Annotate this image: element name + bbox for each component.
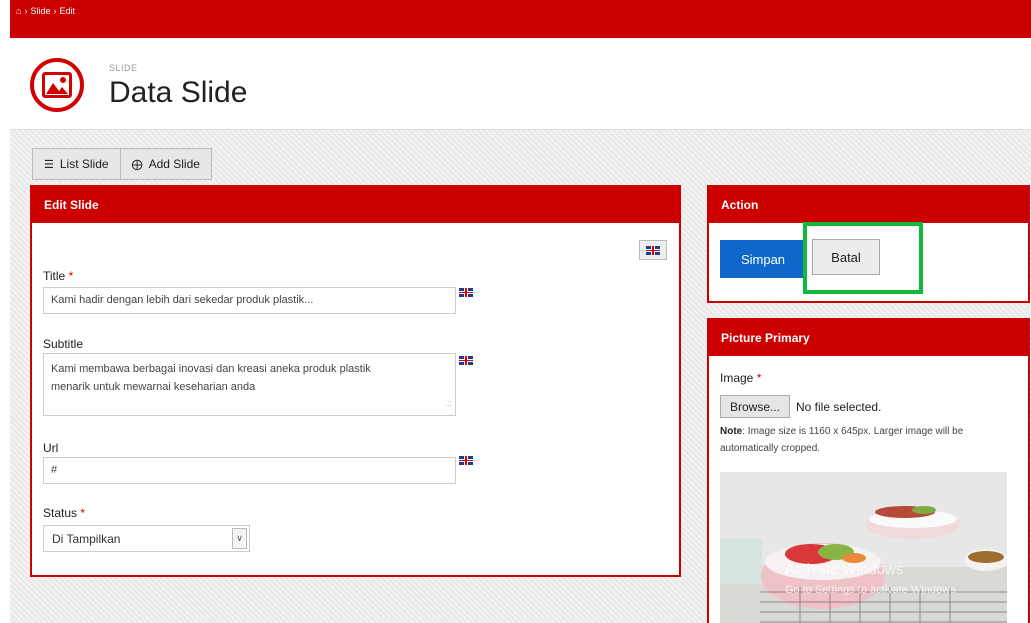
image-icon: [30, 58, 84, 112]
subtitle-line-1: Kami membawa berbagai inovasi dan kreasi…: [51, 363, 371, 375]
chevron-right-icon: ›: [24, 6, 28, 16]
breadcrumb: ⌂ › Slide › Edit: [10, 0, 1031, 38]
image-note: Note: Image size is 1160 x 645px. Larger…: [720, 423, 1010, 457]
highlight-box: [803, 222, 923, 294]
save-button[interactable]: Simpan: [720, 240, 806, 278]
chevron-right-icon: ›: [53, 6, 57, 16]
slide-image-preview: [720, 472, 1007, 623]
uk-flag-icon: [646, 245, 660, 255]
required-marker: *: [80, 506, 86, 520]
food-photo: [720, 472, 1007, 623]
plus-circle-icon: ⨁: [131, 158, 143, 171]
watermark-title: Activate Windows: [785, 561, 904, 578]
page-frame: ⌂ › Slide › Edit SLIDE Data Slide ☰ List…: [10, 0, 1031, 623]
status-selected-value: Di Tampilkan: [52, 532, 121, 546]
list-slide-label: List Slide: [59, 157, 109, 171]
title-label-text: Title: [43, 269, 66, 283]
breadcrumb-item-slide[interactable]: Slide: [30, 6, 50, 16]
action-panel: Action Simpan Batal: [707, 185, 1030, 303]
resize-grip-icon[interactable]: .::: [445, 395, 452, 413]
file-status: No file selected.: [796, 400, 882, 414]
image-label: Image *: [720, 371, 761, 385]
add-slide-button[interactable]: ⨁ Add Slide: [120, 148, 212, 180]
activate-windows-watermark: Activate Windows Go to Settings to activ…: [785, 560, 959, 600]
list-icon: ☰: [44, 158, 54, 171]
title-label: Title *: [43, 269, 73, 283]
action-heading: Action: [709, 187, 1028, 223]
language-toggle-button[interactable]: [639, 240, 667, 260]
uk-flag-icon: [459, 356, 473, 365]
add-slide-label: Add Slide: [148, 157, 200, 171]
required-marker: *: [756, 371, 762, 385]
status-select[interactable]: Di Tampilkan ∨: [43, 525, 250, 552]
note-text: : Image size is 1160 x 645px. Larger ima…: [720, 426, 964, 454]
title-input[interactable]: Kami hadir dengan lebih dari sekedar pro…: [43, 287, 456, 314]
section-label: SLIDE: [109, 63, 138, 73]
uk-flag-icon: [459, 456, 473, 465]
breadcrumb-item-edit: Edit: [59, 6, 75, 16]
picture-primary-heading: Picture Primary: [709, 320, 1028, 356]
image-label-text: Image: [720, 371, 754, 385]
page-header: SLIDE Data Slide: [10, 38, 1031, 130]
required-marker: *: [68, 269, 74, 283]
tab-bar: ☰ List Slide ⨁ Add Slide: [32, 148, 212, 180]
subtitle-line-2: menarik untuk mewarnai keseharian anda: [51, 381, 256, 393]
watermark-subtitle: Go to Settings to activate Windows.: [785, 584, 959, 596]
browse-button[interactable]: Browse...: [720, 395, 790, 418]
status-label-text: Status: [43, 506, 78, 520]
page-title: Data Slide: [109, 76, 248, 109]
url-label: Url: [43, 441, 59, 455]
subtitle-textarea[interactable]: Kami membawa berbagai inovasi dan kreasi…: [43, 353, 456, 416]
picture-glyph: [42, 72, 72, 98]
url-input[interactable]: #: [43, 457, 456, 484]
subtitle-label: Subtitle: [43, 337, 84, 351]
list-slide-button[interactable]: ☰ List Slide: [32, 148, 121, 180]
edit-slide-panel: Edit Slide Title * Kami hadir dengan leb…: [30, 185, 681, 577]
chevron-down-icon[interactable]: ∨: [232, 528, 247, 549]
edit-slide-heading: Edit Slide: [32, 187, 679, 223]
uk-flag-icon: [459, 288, 473, 297]
home-icon[interactable]: ⌂: [16, 6, 21, 16]
status-label: Status *: [43, 506, 85, 520]
note-label: Note: [720, 426, 743, 437]
